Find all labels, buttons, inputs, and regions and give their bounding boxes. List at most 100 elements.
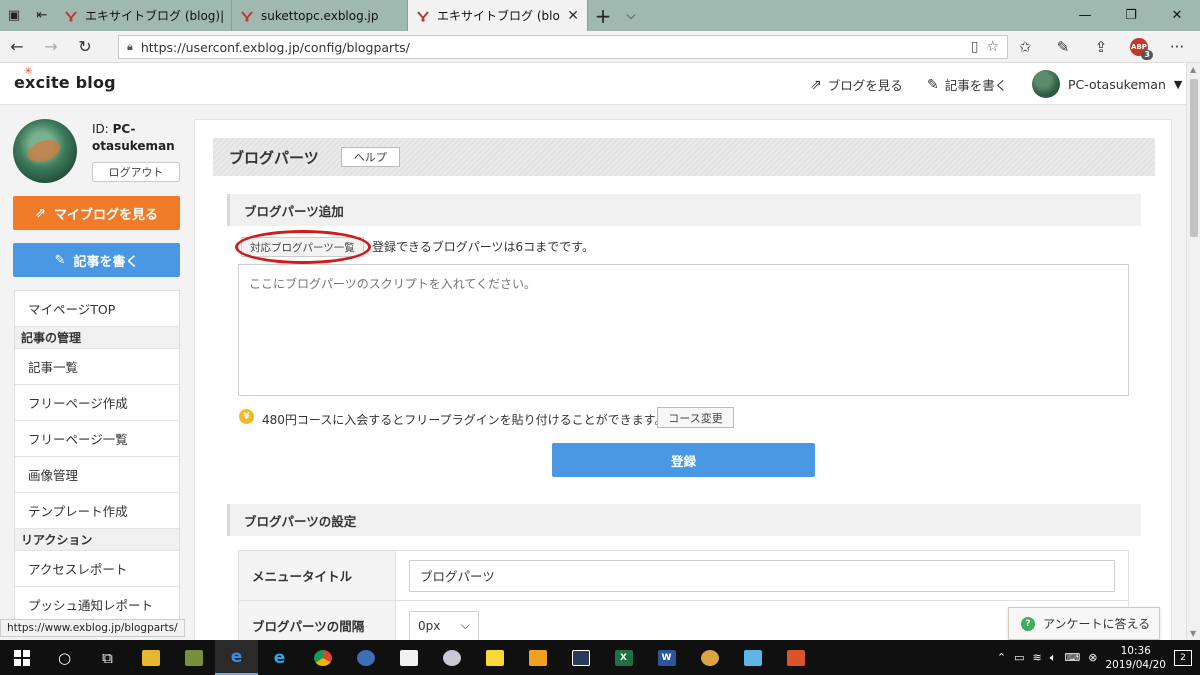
- user-name: PC-otasukeman: [1068, 76, 1166, 92]
- write-post-button[interactable]: ✎ 記事を書く: [13, 243, 180, 277]
- view-blog-label: ブログを見る: [827, 78, 903, 93]
- page-title-bar: ブログパーツ ヘルプ: [213, 138, 1155, 176]
- red-app-icon[interactable]: [774, 640, 817, 675]
- scroll-down-icon[interactable]: ▼: [1190, 629, 1196, 638]
- close-window-icon[interactable]: ✕: [1154, 0, 1200, 31]
- file-explorer-icon[interactable]: [129, 640, 172, 675]
- share-icon[interactable]: ⇪: [1084, 31, 1118, 63]
- network-globe-icon[interactable]: [344, 640, 387, 675]
- adblock-count: 3: [1141, 50, 1153, 60]
- tab-sukettopc[interactable]: sukettopc.exblog.jp: [232, 0, 408, 31]
- menu-title-input[interactable]: [409, 559, 1115, 592]
- chevron-up-icon[interactable]: ⌃: [997, 651, 1006, 664]
- profile-avatar: [13, 119, 77, 183]
- view-blog-link[interactable]: ⇗ ブログを見る: [810, 75, 903, 94]
- store-icon[interactable]: [387, 640, 430, 675]
- sidebar-item-access-report[interactable]: アクセスレポート: [15, 551, 179, 587]
- lock-icon: 🔒︎: [127, 40, 133, 53]
- minimize-icon[interactable]: —: [1062, 0, 1108, 31]
- avatar: [1032, 70, 1060, 98]
- notification-center-icon[interactable]: 2: [1174, 649, 1192, 666]
- tab-new-post[interactable]: エキサイトブログ (blog)|新規投: [56, 0, 232, 31]
- favorites-hub-icon[interactable]: ✩: [1008, 31, 1042, 63]
- paint-3d-icon[interactable]: [430, 640, 473, 675]
- pencil-icon: ✎: [54, 252, 66, 268]
- dark-app-icon[interactable]: [559, 640, 602, 675]
- new-tab-icon[interactable]: +: [588, 0, 618, 31]
- forward-icon[interactable]: →: [34, 31, 68, 63]
- address-bar[interactable]: 🔒︎ https://userconf.exblog.jp/config/blo…: [118, 35, 1008, 59]
- scroll-up-icon[interactable]: ▲: [1190, 65, 1196, 74]
- page-title: ブログパーツ: [229, 148, 319, 167]
- annotation-circle: [235, 230, 371, 264]
- excite-favicon-icon: [65, 10, 77, 22]
- sidebar-item-push-report[interactable]: プッシュ通知レポート: [15, 587, 179, 623]
- page-scrollbar[interactable]: ▲ ▼: [1186, 63, 1200, 640]
- scrollbar-thumb[interactable]: [1190, 79, 1198, 237]
- tab-preview-icon[interactable]: ▣: [0, 0, 28, 31]
- profile-id: ID: PC-otasukeman: [92, 122, 175, 153]
- user-menu[interactable]: PC-otasukeman ▼: [1032, 70, 1182, 98]
- write-post-link[interactable]: ✎ 記事を書く: [927, 75, 1007, 94]
- search-circle-icon[interactable]: ○: [43, 640, 86, 675]
- battery-icon[interactable]: ▭: [1014, 651, 1024, 664]
- sidebar-item-create-template[interactable]: テンプレート作成: [15, 493, 179, 529]
- sidebar-item-mypage-top[interactable]: マイページTOP: [15, 291, 179, 327]
- tab-label: エキサイトブログ (blog)|新規投: [85, 9, 223, 23]
- change-course-button[interactable]: コース変更: [657, 407, 734, 428]
- sidebar-item-free-page-list[interactable]: フリーページ一覧: [15, 421, 179, 457]
- external-link-icon: ⇗: [35, 205, 46, 221]
- windows-start-icon[interactable]: [0, 640, 43, 675]
- system-clock[interactable]: 10:36 2019/04/20: [1105, 644, 1166, 672]
- web-note-icon[interactable]: ✎: [1046, 31, 1080, 63]
- word-icon[interactable]: W: [645, 640, 688, 675]
- blogparts-script-input[interactable]: [238, 264, 1129, 396]
- reading-view-icon[interactable]: ▯: [971, 39, 979, 55]
- wifi-icon[interactable]: ≋: [1033, 651, 1042, 664]
- sticky-notes-icon[interactable]: [473, 640, 516, 675]
- task-view-icon[interactable]: ⧉: [86, 640, 129, 675]
- orange-app-icon[interactable]: [516, 640, 559, 675]
- help-button[interactable]: ヘルプ: [340, 147, 400, 167]
- restore-icon[interactable]: ❐: [1108, 0, 1154, 31]
- chevron-down-icon[interactable]: ⌵: [618, 0, 644, 31]
- photos-icon[interactable]: [172, 640, 215, 675]
- register-button[interactable]: 登録: [552, 443, 815, 477]
- adblock-extension[interactable]: ABP 3: [1122, 31, 1156, 63]
- sidebar-menu: マイページTOP 記事の管理 記事一覧 フリーページ作成 フリーページ一覧 画像…: [14, 290, 180, 624]
- blue-app-icon[interactable]: [731, 640, 774, 675]
- parts-limit-text: 登録できるブログパーツは6コまでです。: [372, 240, 594, 254]
- back-icon[interactable]: ←: [0, 31, 34, 63]
- keyboard-icon[interactable]: ⌨: [1064, 651, 1080, 664]
- volume-icon[interactable]: 🔈︎: [1050, 651, 1057, 665]
- sidebar-item-image-management[interactable]: 画像管理: [15, 457, 179, 493]
- excel-icon[interactable]: X: [602, 640, 645, 675]
- sidebar-item-create-free-page[interactable]: フリーページ作成: [15, 385, 179, 421]
- sidebar-section-post-management: 記事の管理: [15, 327, 179, 349]
- system-tray: ⌃ ▭ ≋ 🔈︎ ⌨ ⊗ 10:36 2019/04/20 2: [997, 640, 1200, 675]
- close-circle-icon[interactable]: ⊗: [1088, 651, 1097, 664]
- excite-favicon-icon: [417, 10, 429, 22]
- browser-tab-bar: ▣ ⇤ エキサイトブログ (blog)|新規投 sukettopc.exblog…: [0, 0, 1200, 31]
- survey-button[interactable]: ? アンケートに答える: [1008, 607, 1160, 640]
- close-tab-icon[interactable]: ✕: [567, 8, 579, 24]
- excite-blog-logo[interactable]: ✳ excite blog: [14, 66, 116, 92]
- tab-blogparts[interactable]: エキサイトブログ (blog)|ブロ ✕: [408, 0, 588, 31]
- set-aside-tabs-icon[interactable]: ⇤: [28, 0, 56, 31]
- parts-spacing-select[interactable]: 0px ⌵: [409, 610, 479, 640]
- menu-title-label: メニュータイトル: [239, 551, 396, 600]
- sidebar-item-post-list[interactable]: 記事一覧: [15, 349, 179, 385]
- chrome-icon[interactable]: [301, 640, 344, 675]
- more-menu-icon[interactable]: ···: [1160, 31, 1194, 63]
- internet-explorer-icon[interactable]: e: [258, 640, 301, 675]
- logout-button[interactable]: ログアウト: [92, 162, 180, 182]
- add-parts-heading: ブログパーツ追加: [227, 194, 1141, 226]
- favorite-star-icon[interactable]: ☆: [986, 39, 999, 55]
- parts-spacing-label: ブログパーツの間隔: [239, 601, 396, 640]
- paint-icon[interactable]: [688, 640, 731, 675]
- address-url[interactable]: https://userconf.exblog.jp/config/blogpa…: [141, 40, 963, 55]
- my-blog-button[interactable]: ⇗ マイブログを見る: [13, 196, 180, 230]
- refresh-icon[interactable]: ↻: [68, 31, 102, 63]
- edge-icon[interactable]: e: [215, 640, 258, 675]
- tab-label: エキサイトブログ (blog)|ブロ: [437, 9, 560, 23]
